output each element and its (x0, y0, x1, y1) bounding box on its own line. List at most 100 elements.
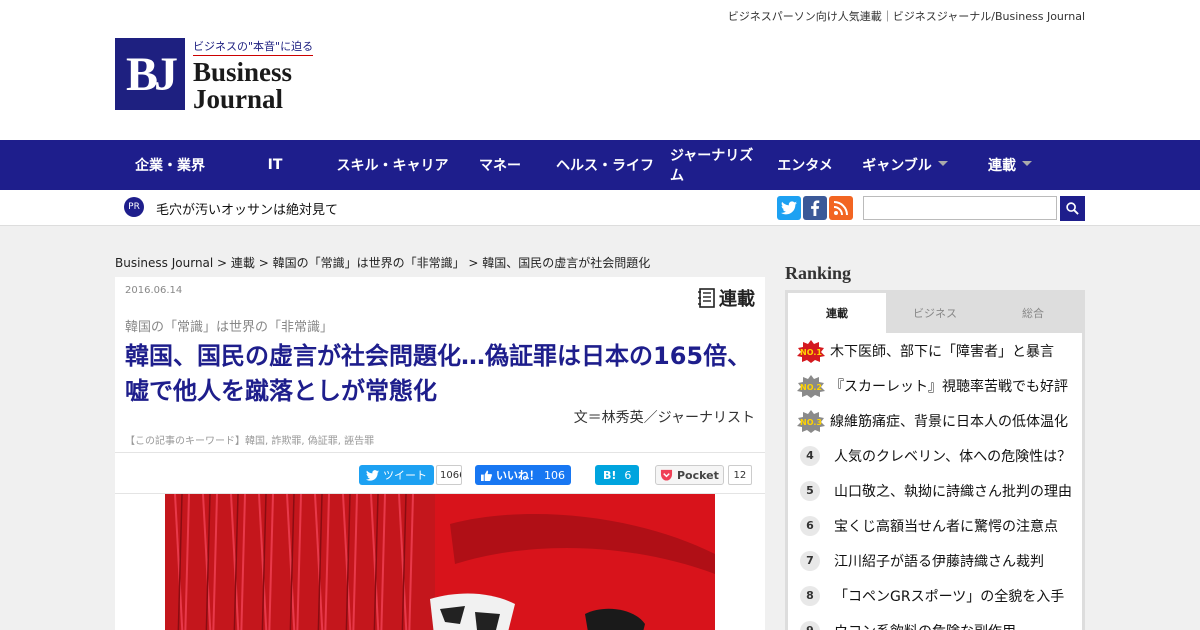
ranking-item[interactable]: 8 「コペンGRスポーツ」の全貌を入手 (788, 578, 1082, 613)
ranking-item[interactable]: 5 山口敬之、執拗に詩織さん批判の理由 (788, 473, 1082, 508)
rank-number: 7 (800, 550, 820, 571)
rank-number: 6 (800, 515, 820, 536)
ranking-item-title: 江川紹子が語る伊藤詩織さん裁判 (834, 553, 1044, 570)
logo-mark: BJ (115, 38, 185, 110)
chevron-down-icon (1022, 160, 1032, 166)
tab-business[interactable]: ビジネス (886, 293, 984, 333)
ranking-item[interactable]: NO.1 木下医師、部下に「障害者」と暴言 (788, 333, 1082, 368)
search-icon (1066, 202, 1079, 215)
ranking-panel: 連載 ビジネス 総合 NO.1 木下医師、部下に「障害者」と暴言 NO.2 『ス… (785, 290, 1085, 630)
series-badge[interactable]: 連載 (698, 285, 755, 311)
tweet-label: ツイート (383, 469, 427, 482)
article-keywords[interactable]: 【この記事のキーワード】韓国, 詐欺罪, 偽証罪, 誣告罪 (125, 432, 374, 447)
article-headline: 韓国、国民の虚言が社会問題化…偽証罪は日本の165倍、嘘で他人を蹴落としが常態化 (125, 342, 752, 405)
ranking-item[interactable]: 7 江川紹子が語る伊藤詩織さん裁判 (788, 543, 1082, 578)
ranking-item[interactable]: NO.3 線維筋痛症、背景に日本人の低体温化 (788, 403, 1082, 438)
nav-label: エンタメ (777, 158, 833, 174)
pocket-share: Pocket 12 (655, 465, 752, 485)
tweet-share: ツイート 1066 (359, 465, 462, 485)
nav-label: ヘルス・ライフ (556, 158, 654, 174)
ranking-item-title: 線維筋痛症、背景に日本人の低体温化 (830, 413, 1068, 430)
article-kicker[interactable]: 韓国の「常識」は世界の「非常識」 (125, 316, 333, 335)
nav-item-business[interactable]: 企業・業界 (115, 140, 225, 190)
like-label: いいね！ (496, 469, 540, 482)
ranking-tabs: 連載 ビジネス 総合 (788, 293, 1082, 333)
twitter-icon[interactable] (777, 196, 801, 220)
series-label: 連載 (719, 289, 755, 310)
ranking-item[interactable]: 6 宝くじ高額当せん者に驚愕の注意点 (788, 508, 1082, 543)
nav-label: 企業・業界 (135, 158, 205, 174)
nav-item-entame[interactable]: エンタメ (760, 140, 850, 190)
nav-item-series[interactable]: 連載 (960, 140, 1060, 190)
article-card: 2016.06.14 連載 韓国の「常識」は世界の「非常識」 韓国、国民の虚言が… (115, 277, 765, 630)
like-share: いいね！ 106 (475, 465, 571, 485)
ranking-item[interactable]: 9 ウコン系飲料の危険な副作用 (788, 613, 1082, 630)
tab-series[interactable]: 連載 (788, 293, 886, 333)
tweet-button[interactable]: ツイート (359, 465, 434, 485)
nav-label: ギャンブル (862, 158, 932, 174)
nav-label: マネー (479, 158, 521, 174)
twitter-icon (366, 469, 379, 481)
rank-label: NO.1 (800, 348, 822, 357)
rank-3-badge-icon: NO.3 (797, 409, 825, 433)
nav-item-money[interactable]: マネー (460, 140, 540, 190)
ranking-item-title: 宝くじ高額当せん者に驚愕の注意点 (834, 518, 1058, 535)
nav-item-journalism[interactable]: ジャーナリズム (670, 140, 760, 190)
rank-label: NO.3 (800, 418, 822, 427)
hero-photo (165, 494, 715, 630)
rank-1-badge-icon: NO.1 (797, 339, 825, 363)
tab-overall[interactable]: 総合 (984, 293, 1082, 333)
ranking-item-title: 木下医師、部下に「障害者」と暴言 (830, 343, 1054, 360)
logo-subtitle: ビジネスの"本音"に迫る (193, 38, 314, 56)
article-hero-image (165, 494, 715, 630)
hatena-count: 6 (624, 468, 632, 482)
chevron-down-icon (937, 160, 948, 166)
main-nav: 企業・業界 IT スキル・キャリア マネー ヘルス・ライフ ジャーナリズム エン… (0, 140, 1200, 190)
search-input[interactable] (863, 196, 1057, 220)
social-links (777, 196, 853, 220)
tweet-count: 1066 (436, 465, 462, 485)
site-tagline: ビジネスパーソン向け人気連載｜ビジネスジャーナル/Business Journa… (727, 10, 1085, 23)
hatena-button[interactable]: B! 6 (595, 465, 640, 485)
rank-number: 4 (800, 445, 820, 466)
nav-item-health-life[interactable]: ヘルス・ライフ (540, 140, 670, 190)
ranking-list: NO.1 木下医師、部下に「障害者」と暴言 NO.2 『スカーレット』視聴率苦戦… (788, 333, 1082, 630)
nav-label: スキル・キャリア (336, 158, 449, 174)
pocket-icon (660, 469, 673, 481)
ranking-item-title: 山口敬之、執拗に詩織さん批判の理由 (834, 483, 1072, 500)
nav-item-skill-career[interactable]: スキル・キャリア (325, 140, 460, 190)
rank-2-badge-icon: NO.2 (797, 374, 825, 398)
sub-bar: PR 毛穴が汚いオッサンは絶対見て (0, 190, 1200, 226)
article-date: 2016.06.14 (125, 285, 183, 296)
hatena-label: B! (603, 468, 617, 482)
search-button[interactable] (1060, 196, 1085, 221)
pr-badge: PR (124, 197, 144, 217)
nav-item-it[interactable]: IT (225, 140, 325, 190)
ranking-item-title: 『スカーレット』視聴率苦戦でも好評 (830, 378, 1068, 395)
article-author: 文＝林秀英／ジャーナリスト (573, 410, 755, 426)
site-header: ビジネスパーソン向け人気連載｜ビジネスジャーナル/Business Journa… (0, 0, 1200, 140)
nav-label: IT (267, 157, 283, 173)
breadcrumb[interactable]: Business Journal > 連載 > 韓国の「常識」は世界の「非常識」… (115, 254, 650, 271)
ranking-item[interactable]: NO.2 『スカーレット』視聴率苦戦でも好評 (788, 368, 1082, 403)
logo-line-1: Business (193, 57, 293, 87)
facebook-icon[interactable] (803, 196, 827, 220)
rank-number: 9 (800, 620, 820, 630)
pr-link[interactable]: 毛穴が汚いオッサンは絶対見て (156, 199, 338, 218)
ranking-item-title: 人気のクレベリン、体への危険性は？ (834, 448, 1072, 465)
logo-line-2: Journal (193, 84, 284, 114)
rank-number: 5 (800, 480, 820, 501)
pocket-count: 12 (727, 465, 752, 485)
like-button[interactable]: いいね！ 106 (475, 465, 571, 485)
ranking-item-title: ウコン系飲料の危険な副作用 (834, 621, 1016, 630)
pocket-label: Pocket (677, 468, 719, 482)
nav-label: 連載 (988, 158, 1016, 174)
rank-label: NO.2 (800, 383, 822, 392)
nav-item-gamble[interactable]: ギャンブル (850, 140, 960, 190)
rss-icon[interactable] (829, 196, 853, 220)
ranking-title: Ranking (785, 263, 852, 283)
site-logo[interactable]: BJ ビジネスの"本音"に迫る Business Journal (115, 38, 314, 114)
hatena-share: B! 6 (595, 465, 640, 485)
ranking-item[interactable]: 4 人気のクレベリン、体への危険性は？ (788, 438, 1082, 473)
pocket-button[interactable]: Pocket (655, 465, 724, 485)
